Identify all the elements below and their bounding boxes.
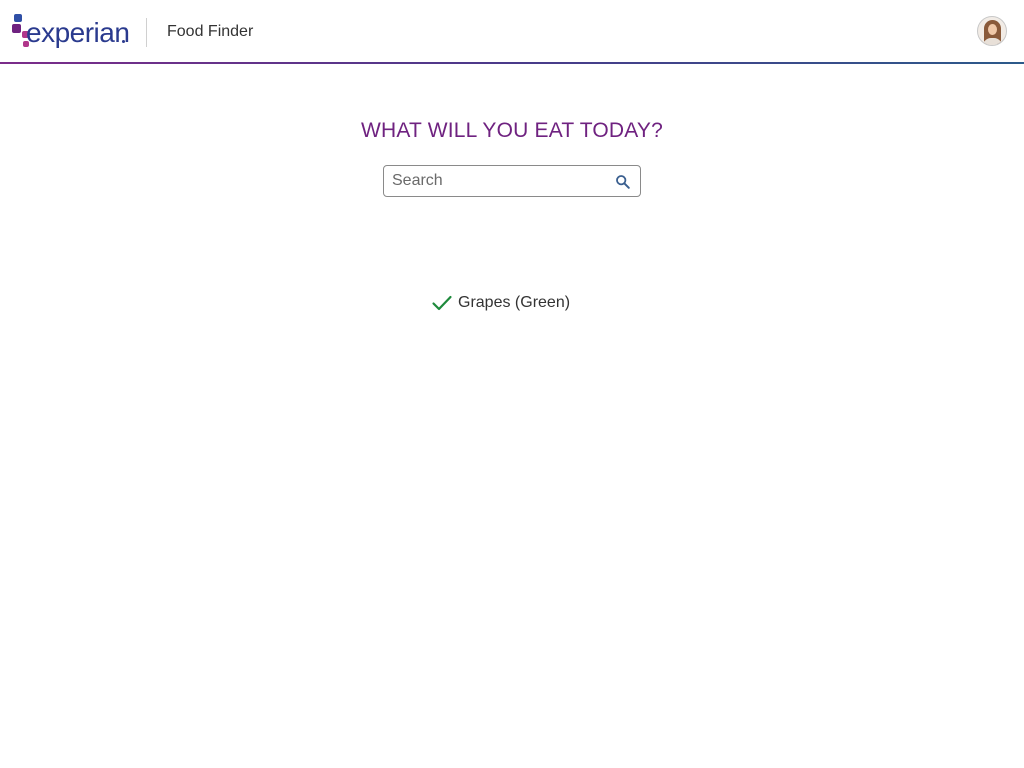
check-icon (432, 295, 452, 311)
logo-tm-dot (122, 40, 125, 43)
result-label: Grapes (Green) (458, 294, 571, 311)
result-item[interactable]: Grapes (Green) (431, 292, 570, 314)
search-input[interactable] (392, 166, 612, 196)
header-accent-line (0, 62, 1024, 64)
search-box[interactable] (383, 165, 641, 197)
header-divider (146, 18, 147, 47)
search-icon[interactable] (615, 174, 631, 190)
experian-logo[interactable]: experian (12, 12, 130, 52)
page-heading: WHAT WILL YOU EAT TODAY? (361, 119, 663, 142)
user-avatar[interactable] (977, 16, 1007, 46)
logo-wordmark: experian (26, 17, 130, 48)
app-title: Food Finder (167, 23, 254, 40)
app-header: experian Food Finder (0, 0, 1024, 62)
